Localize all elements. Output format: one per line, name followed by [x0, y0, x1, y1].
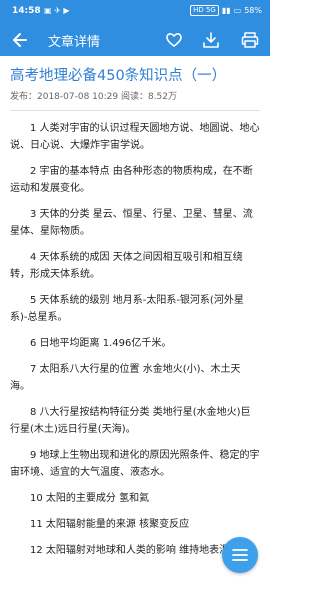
battery-level: 58%	[244, 6, 262, 15]
notification-icons: ▣ ✈ ▶	[44, 6, 70, 15]
app-bar: 文章详情	[0, 24, 270, 56]
status-time: 14:58	[12, 6, 41, 16]
signal-icon: ▮▮	[221, 6, 231, 15]
article-content[interactable]: 高考地理必备450条知识点（一） 发布：2018-07-08 10:29 阅读：…	[0, 56, 270, 600]
paragraph: 2 宇宙的基本特点 由各种形态的物质构成，在不断运动和发展变化。	[10, 166, 253, 194]
menu-fab-button[interactable]	[222, 537, 258, 573]
download-icon[interactable]	[201, 30, 221, 50]
battery-icon: ▭	[233, 6, 242, 15]
status-right: HD 5G ▮▮ ▭ 58%	[190, 5, 262, 16]
paragraph: 1 人类对宇宙的认识过程天圆地方说、地圆说、地心说、日心说、大爆炸宇宙学说。	[10, 123, 260, 151]
menu-lines-icon	[232, 549, 248, 561]
paragraph: 5 天体系统的级别 地月系-太阳系-银河系(河外星系)-总星系。	[10, 295, 244, 323]
article-title: 高考地理必备450条知识点（一）	[10, 68, 227, 84]
paragraph: 10 太阳的主要成分 氢和氦	[30, 493, 150, 504]
printer-icon[interactable]	[240, 30, 260, 50]
paragraph: 11 太阳辐射能量的来源 核聚变反应	[30, 519, 190, 530]
paragraph: 3 天体的分类 星云、恒星、行星、卫星、彗星、流星体、星际物质。	[10, 209, 253, 237]
page-title: 文章详情	[48, 35, 101, 50]
paragraph: 7 太阳系八大行星的位置 水金地火(小)、木土天海。	[10, 364, 241, 392]
network-badge: HD 5G	[190, 5, 219, 16]
paragraph: 8 八大行星按结构特征分类 类地行星(水金地火)巨行星(木土)远日行星(天海)。	[10, 407, 251, 435]
article-meta: 发布：2018-07-08 10:29 阅读：8.52万	[10, 92, 178, 102]
paragraph: 9 地球上生物出现和进化的原因光照条件、稳定的宇宙环境、适宜的大气温度、液态水。	[10, 450, 260, 478]
paragraph: 6 日地平均距离 1.496亿千米。	[30, 338, 172, 349]
heart-icon[interactable]	[164, 30, 184, 50]
paragraph: 4 天体系统的成因 天体之间因相互吸引和相互绕转，形成天体系统。	[10, 252, 243, 280]
back-arrow-icon[interactable]	[10, 30, 30, 50]
status-bar: 14:58 ▣ ✈ ▶ HD 5G ▮▮ ▭ 58%	[0, 0, 270, 24]
